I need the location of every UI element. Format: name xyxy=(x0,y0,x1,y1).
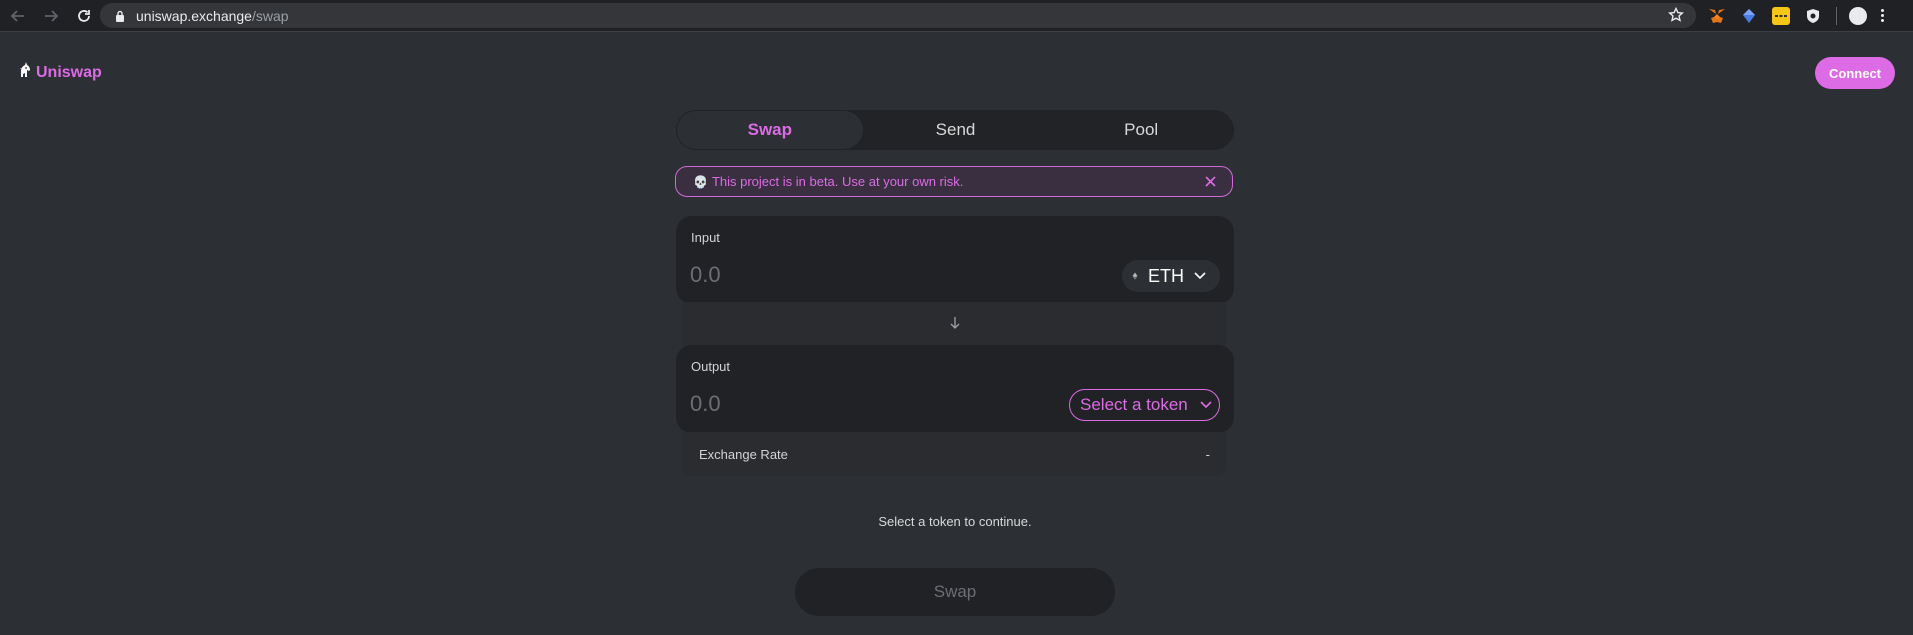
chevron-down-icon xyxy=(1194,272,1206,280)
profile-avatar-icon[interactable] xyxy=(1849,6,1867,25)
swap-send-pool-tabs: Swap Send Pool xyxy=(676,110,1234,150)
input-panel: Input 0.0 ETH xyxy=(676,216,1234,304)
select-token-button[interactable]: Select a token xyxy=(1069,389,1220,421)
close-icon[interactable] xyxy=(1202,173,1218,189)
output-label: Output xyxy=(691,359,731,374)
unicorn-icon xyxy=(18,62,33,83)
chevron-down-icon xyxy=(1200,401,1212,409)
lock-icon xyxy=(115,10,125,22)
browser-toolbar: uniswap.exchange/swap xyxy=(0,0,1913,32)
reload-icon[interactable] xyxy=(73,5,95,27)
input-token-symbol: ETH xyxy=(1148,265,1184,286)
input-label: Input xyxy=(691,230,720,245)
output-amount-field[interactable]: 0.0 xyxy=(690,391,721,417)
arrow-down-icon[interactable] xyxy=(950,316,960,334)
uniswap-logo[interactable]: Uniswap xyxy=(18,62,102,83)
extension-icon[interactable] xyxy=(1772,6,1790,25)
select-token-label: Select a token xyxy=(1080,395,1188,414)
address-bar[interactable]: uniswap.exchange/swap xyxy=(100,3,1696,28)
back-arrow-icon[interactable] xyxy=(7,5,29,27)
exchange-rate-value: - xyxy=(1205,446,1210,462)
metamask-extension-icon[interactable] xyxy=(1708,7,1726,25)
url-host: uniswap.exchange xyxy=(136,7,252,24)
beta-warning-text: This project is in beta. Use at your own… xyxy=(711,174,964,189)
exchange-rate-label: Exchange Rate xyxy=(699,446,788,462)
swap-button[interactable]: Swap xyxy=(795,568,1115,616)
skull-icon: 💀 xyxy=(693,174,708,189)
input-token-selector[interactable]: ETH xyxy=(1122,260,1220,292)
output-panel: Output 0.0 Select a token xyxy=(676,345,1234,433)
extension-icon[interactable] xyxy=(1740,7,1758,25)
menu-kebab-icon[interactable] xyxy=(1881,9,1884,22)
toolbar-divider xyxy=(1836,6,1837,25)
tab-swap[interactable]: Swap xyxy=(677,111,863,149)
beta-warning-banner: 💀 This project is in beta. Use at your o… xyxy=(675,166,1233,197)
swap-direction-connector xyxy=(683,302,1226,348)
url-path: /swap xyxy=(251,7,289,24)
logo-text: Uniswap xyxy=(36,63,102,81)
input-amount-field[interactable]: 0.0 xyxy=(690,262,721,288)
connect-button[interactable]: Connect xyxy=(1815,57,1895,89)
eth-token-icon xyxy=(1132,269,1138,283)
bookmark-star-icon[interactable] xyxy=(1668,6,1684,28)
tab-send[interactable]: Send xyxy=(863,111,1049,149)
forward-arrow-icon[interactable] xyxy=(40,5,62,27)
exchange-rate-row: Exchange Rate - xyxy=(683,432,1226,476)
select-token-hint: Select a token to continue. xyxy=(878,514,1032,529)
extension-icon[interactable] xyxy=(1804,7,1822,25)
tab-pool[interactable]: Pool xyxy=(1048,111,1234,149)
